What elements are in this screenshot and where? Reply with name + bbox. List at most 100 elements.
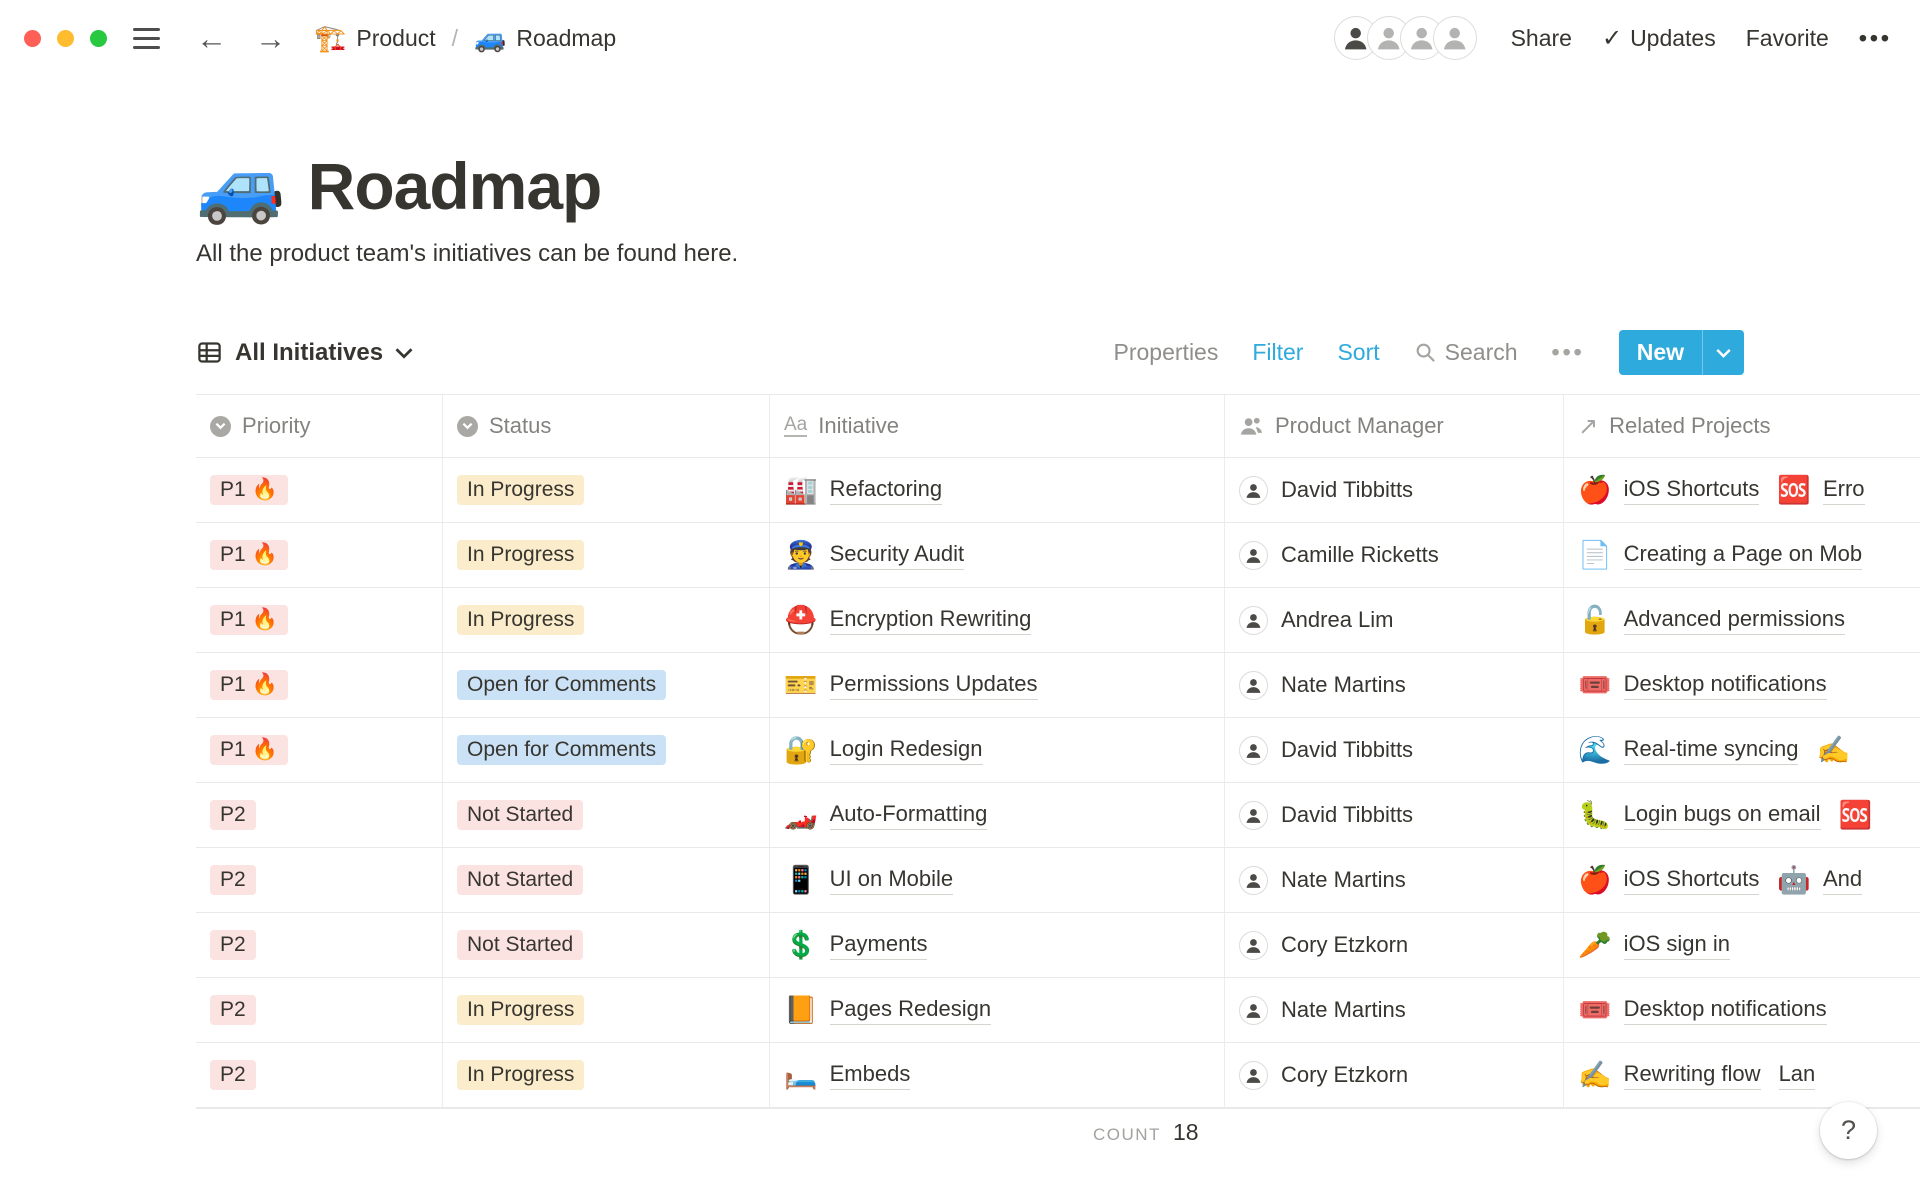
avatar-stack[interactable] [1334, 16, 1477, 60]
initiative-cell[interactable]: 🔐 Login Redesign [770, 718, 1225, 782]
related-project[interactable]: Lan [1779, 1061, 1816, 1090]
product-manager-cell[interactable]: Cory Etzkorn [1225, 1043, 1564, 1107]
related-page-link[interactable]: Rewriting flow [1624, 1061, 1761, 1090]
related-page-link[interactable]: iOS Shortcuts [1624, 476, 1760, 505]
product-manager-cell[interactable]: David Tibbitts [1225, 458, 1564, 522]
related-project[interactable]: 🍎iOS Shortcuts [1578, 866, 1759, 895]
status-cell[interactable]: In Progress [443, 523, 770, 587]
related-projects-cell[interactable]: 🍎iOS Shortcuts🆘Erro [1564, 458, 1920, 522]
product-manager-cell[interactable]: David Tibbitts [1225, 718, 1564, 782]
initiative-page-link[interactable]: Payments [830, 931, 928, 960]
status-cell[interactable]: Not Started [443, 913, 770, 977]
page-title[interactable]: Roadmap [308, 148, 602, 224]
initiative-cell[interactable]: 🏭 Refactoring [770, 458, 1225, 522]
search-button[interactable]: Search [1414, 339, 1518, 366]
table-row[interactable]: P2 In Progress 📙 Pages Redesign Nate Mar… [196, 978, 1920, 1043]
related-project[interactable]: ✍️Rewriting flow [1578, 1061, 1761, 1090]
related-projects-cell[interactable]: 🌊Real-time syncing ✍️ [1564, 718, 1920, 782]
related-page-link[interactable]: iOS Shortcuts [1624, 866, 1760, 895]
related-projects-cell[interactable]: 🎟️Desktop notifications [1564, 653, 1920, 717]
initiative-page-link[interactable]: Embeds [830, 1061, 911, 1090]
initiative-cell[interactable]: 👮 Security Audit [770, 523, 1225, 587]
related-projects-cell[interactable]: 🥕iOS sign in [1564, 913, 1920, 977]
related-projects-cell[interactable]: 🎟️Desktop notifications [1564, 978, 1920, 1042]
initiative-page-link[interactable]: Refactoring [830, 476, 943, 505]
related-page-link[interactable]: Advanced permissions [1624, 606, 1845, 635]
related-project[interactable]: 📄Creating a Page on Mob [1578, 541, 1862, 570]
initiative-page-link[interactable]: Auto-Formatting [830, 801, 988, 830]
close-window-button[interactable] [24, 30, 41, 47]
back-button[interactable]: ← [196, 23, 227, 54]
new-button[interactable]: New [1619, 330, 1744, 375]
forward-button[interactable]: → [255, 23, 286, 54]
column-header-priority[interactable]: Priority [196, 395, 443, 457]
initiative-cell[interactable]: 🎫 Permissions Updates [770, 653, 1225, 717]
status-cell[interactable]: In Progress [443, 588, 770, 652]
priority-cell[interactable]: P2 [196, 783, 443, 847]
status-cell[interactable]: In Progress [443, 458, 770, 522]
priority-cell[interactable]: P1 🔥 [196, 458, 443, 522]
share-button[interactable]: Share [1511, 25, 1572, 52]
table-row[interactable]: P1 🔥 In Progress ⛑️ Encryption Rewriting… [196, 588, 1920, 653]
related-page-link[interactable]: And [1823, 866, 1862, 895]
related-page-link[interactable]: Login bugs on email [1624, 801, 1821, 830]
initiative-cell[interactable]: 📱 UI on Mobile [770, 848, 1225, 912]
product-manager-cell[interactable]: Andrea Lim [1225, 588, 1564, 652]
priority-cell[interactable]: P2 [196, 913, 443, 977]
filter-button[interactable]: Filter [1252, 339, 1303, 366]
related-project[interactable]: ✍️ [1816, 737, 1862, 764]
table-row[interactable]: P2 In Progress 🛏️ Embeds Cory Etzkorn ✍️… [196, 1043, 1920, 1108]
product-manager-cell[interactable]: Nate Martins [1225, 848, 1564, 912]
product-manager-cell[interactable]: Nate Martins [1225, 978, 1564, 1042]
favorite-button[interactable]: Favorite [1746, 25, 1829, 52]
breadcrumb-item-product[interactable]: 🏗️ Product [314, 23, 436, 54]
priority-cell[interactable]: P1 🔥 [196, 718, 443, 782]
related-page-link[interactable]: Lan [1779, 1061, 1816, 1090]
initiative-cell[interactable]: 🏎️ Auto-Formatting [770, 783, 1225, 847]
related-projects-cell[interactable]: 📄Creating a Page on Mob [1564, 523, 1920, 587]
status-cell[interactable]: In Progress [443, 978, 770, 1042]
column-header-initiative[interactable]: AaInitiative [770, 395, 1225, 457]
related-page-link[interactable]: Erro [1823, 476, 1865, 505]
related-project[interactable]: 🎟️Desktop notifications [1578, 996, 1827, 1025]
product-manager-cell[interactable]: Nate Martins [1225, 653, 1564, 717]
related-projects-cell[interactable]: 🍎iOS Shortcuts🤖And [1564, 848, 1920, 912]
product-manager-cell[interactable]: David Tibbitts [1225, 783, 1564, 847]
status-cell[interactable]: Open for Comments [443, 718, 770, 782]
related-page-link[interactable]: iOS sign in [1624, 931, 1730, 960]
column-header-related-projects[interactable]: ↗Related Projects [1564, 395, 1920, 457]
related-page-link[interactable]: Creating a Page on Mob [1624, 541, 1863, 570]
table-row[interactable]: P2 Not Started 💲 Payments Cory Etzkorn 🥕… [196, 913, 1920, 978]
updates-button[interactable]: ✓ Updates [1602, 24, 1716, 53]
count[interactable]: COUNT 18 [1093, 1119, 1199, 1146]
initiative-cell[interactable]: 🛏️ Embeds [770, 1043, 1225, 1107]
column-header-status[interactable]: Status [443, 395, 770, 457]
status-cell[interactable]: In Progress [443, 1043, 770, 1107]
properties-button[interactable]: Properties [1114, 339, 1219, 366]
related-projects-cell[interactable]: 🔓Advanced permissions [1564, 588, 1920, 652]
related-project[interactable]: 🌊Real-time syncing [1578, 736, 1798, 765]
sort-button[interactable]: Sort [1337, 339, 1379, 366]
status-cell[interactable]: Not Started [443, 848, 770, 912]
table-row[interactable]: P1 🔥 In Progress 🏭 Refactoring David Tib… [196, 458, 1920, 523]
status-cell[interactable]: Not Started [443, 783, 770, 847]
table-row[interactable]: P2 Not Started 🏎️ Auto-Formatting David … [196, 783, 1920, 848]
zoom-window-button[interactable] [90, 30, 107, 47]
initiative-page-link[interactable]: Pages Redesign [830, 996, 991, 1025]
table-row[interactable]: P1 🔥 In Progress 👮 Security Audit Camill… [196, 523, 1920, 588]
new-button-dropdown[interactable] [1702, 330, 1744, 375]
priority-cell[interactable]: P2 [196, 1043, 443, 1107]
priority-cell[interactable]: P1 🔥 [196, 523, 443, 587]
new-button-label[interactable]: New [1619, 330, 1702, 375]
related-projects-cell[interactable]: ✍️Rewriting flow Lan [1564, 1043, 1920, 1107]
related-page-link[interactable]: Desktop notifications [1624, 671, 1827, 700]
priority-cell[interactable]: P2 [196, 978, 443, 1042]
more-options-icon[interactable]: ••• [1859, 25, 1892, 52]
column-header-product-manager[interactable]: Product Manager [1225, 395, 1564, 457]
related-page-link[interactable]: Real-time syncing [1624, 736, 1799, 765]
breadcrumb-item-roadmap[interactable]: 🚙 Roadmap [474, 23, 616, 54]
view-more-options-icon[interactable]: ••• [1552, 339, 1585, 366]
related-page-link[interactable]: Desktop notifications [1624, 996, 1827, 1025]
priority-cell[interactable]: P2 [196, 848, 443, 912]
table-row[interactable]: P2 Not Started 📱 UI on Mobile Nate Marti… [196, 848, 1920, 913]
